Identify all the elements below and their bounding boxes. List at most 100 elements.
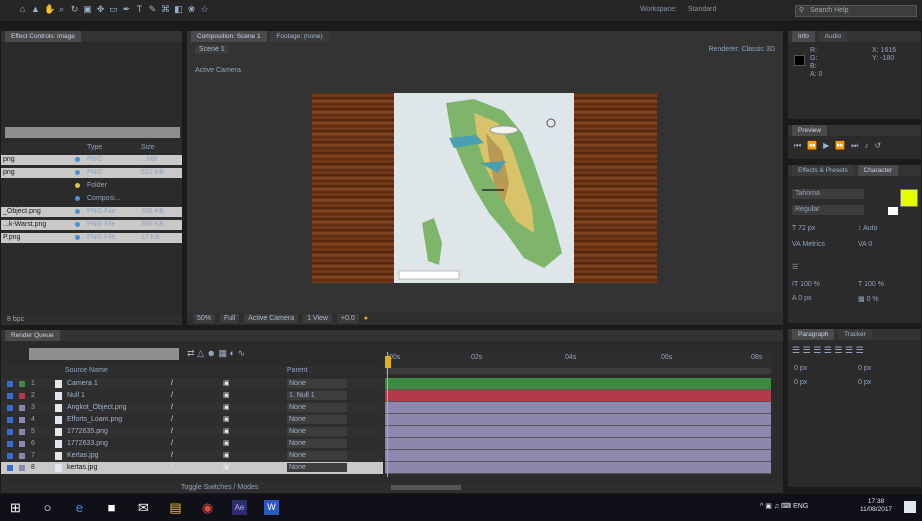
visibility-eye-icon[interactable] [7, 417, 13, 423]
store-icon[interactable]: ■ [104, 500, 119, 515]
label-color-swatch[interactable] [75, 157, 80, 162]
comp-mini-flowchart-icon[interactable]: ⇄ [187, 348, 195, 358]
prev-frame-icon[interactable]: ⏪ [807, 141, 817, 150]
visibility-eye-icon[interactable] [7, 441, 13, 447]
keyboard-icon[interactable]: ⌨ [781, 503, 791, 510]
stroke-color[interactable] [888, 207, 898, 215]
label-color-swatch[interactable] [19, 405, 25, 411]
kerning-value[interactable]: Metrics [802, 241, 825, 248]
switch-slash-icon[interactable]: / [171, 414, 173, 426]
layer-name[interactable]: Efforts_Loam.png [67, 414, 122, 426]
pen-icon[interactable]: ✒ [122, 5, 131, 14]
layer-name[interactable]: Camera 1 [67, 378, 98, 390]
threed-layer-icon[interactable]: ▣ [223, 378, 230, 390]
leading-value[interactable]: Auto [863, 225, 877, 232]
justify-all-icon[interactable]: ☰ [856, 345, 864, 355]
tab-composition[interactable]: Composition: Scene 1 [191, 31, 267, 42]
justify-left-icon[interactable]: ☰ [824, 345, 832, 355]
tab-paragraph[interactable]: Paragraph [792, 329, 835, 340]
draft-3d-icon[interactable]: △ [197, 348, 204, 358]
layer-name[interactable]: Null 1 [67, 390, 85, 402]
search-help-input[interactable]: ⚲ Search Help [795, 5, 917, 17]
layer-name[interactable]: 1772633.png [67, 438, 108, 450]
notification-icon[interactable] [904, 501, 916, 513]
tab-footage[interactable]: Footage: (none) [270, 31, 329, 42]
label-color-swatch[interactable] [19, 441, 25, 447]
renderer-label[interactable]: Renderer: Classic 3D [708, 46, 775, 53]
project-item[interactable]: png PNG 522 KB [1, 168, 182, 178]
word-icon[interactable]: W [264, 500, 279, 515]
eraser-icon[interactable]: ◧ [174, 5, 183, 14]
tab-character[interactable]: Character [857, 165, 899, 176]
parent-select[interactable]: 1. Null 1 [287, 391, 347, 400]
column-parent[interactable]: Parent [287, 367, 308, 374]
tab-info[interactable]: Info [792, 31, 815, 42]
layer-name[interactable]: kertas.jpg [67, 462, 97, 474]
layer-duration-bar[interactable] [385, 414, 771, 426]
chrome-icon[interactable]: ◉ [200, 500, 215, 515]
views-select[interactable]: 1 View [303, 314, 332, 323]
layer-duration-bar[interactable] [385, 438, 771, 450]
snapshot-icon[interactable]: ● [364, 315, 368, 322]
label-color-swatch[interactable] [75, 235, 80, 240]
brush-icon[interactable]: ✎ [148, 5, 157, 14]
project-item[interactable]: Composi... [1, 194, 182, 204]
project-item[interactable]: ...k-Warst.png PNG File 369 KB [1, 220, 182, 230]
indent-left-value[interactable]: 0 px [794, 365, 807, 372]
time-indicator[interactable] [385, 356, 391, 368]
label-color-swatch[interactable] [19, 381, 25, 387]
volume-icon[interactable]: ♫ [774, 503, 779, 510]
vertical-scale-value[interactable]: 100 % [800, 281, 820, 288]
mail-icon[interactable]: ✉ [136, 500, 151, 515]
exposure-value[interactable]: +0.0 [336, 314, 359, 323]
layer-name[interactable]: Angkot_Object.png [67, 402, 127, 414]
tab-preview[interactable]: Preview [792, 125, 828, 136]
label-color-swatch[interactable] [19, 465, 25, 471]
justify-right-icon[interactable]: ☰ [845, 345, 853, 355]
layer-duration-bar[interactable] [385, 378, 771, 390]
comp-scene-button[interactable]: Scene 1 [195, 45, 232, 54]
graph-editor-icon[interactable]: ∿ [237, 348, 245, 358]
layer-row[interactable]: 5 1772635.png / ▣ None [1, 426, 383, 438]
column-type[interactable]: Type [87, 144, 102, 151]
switch-slash-icon[interactable]: / [171, 402, 173, 414]
project-item[interactable]: P.png PNG File 17 KB [1, 233, 182, 243]
label-color-swatch[interactable] [75, 183, 80, 188]
work-area-bar[interactable] [385, 368, 771, 374]
layer-duration-bar[interactable] [385, 450, 771, 462]
layer-name[interactable]: Kertas.jpg [67, 450, 99, 462]
search-icon[interactable]: ○ [40, 500, 55, 515]
layer-row[interactable]: 8 kertas.jpg / ▣ None [1, 462, 383, 474]
network-icon[interactable]: ▣ [765, 503, 772, 510]
label-color-swatch[interactable] [75, 209, 80, 214]
parent-select[interactable]: None [287, 451, 347, 460]
pan-icon[interactable]: ✥ [96, 5, 105, 14]
tab-render-queue[interactable]: Render Queue [5, 330, 60, 341]
threed-layer-icon[interactable]: ▣ [223, 462, 230, 474]
baseline-value[interactable]: 0 px [798, 295, 811, 302]
threed-layer-icon[interactable]: ▣ [223, 390, 230, 402]
hand-icon[interactable]: ✋ [44, 5, 55, 14]
project-item[interactable]: Folder [1, 181, 182, 191]
layer-duration-bar[interactable] [385, 402, 771, 414]
puppet-icon[interactable]: ☆ [200, 5, 209, 14]
audio-icon[interactable]: ♪ [865, 141, 869, 150]
visibility-eye-icon[interactable] [7, 429, 13, 435]
zoom-slider[interactable] [391, 485, 461, 490]
layer-row[interactable]: 6 1772633.png / ▣ None [1, 438, 383, 450]
toggle-switches-label[interactable]: Toggle Switches / Modes [181, 484, 258, 491]
align-right-icon[interactable]: ☰ [813, 345, 821, 355]
home-icon[interactable]: ⌂ [18, 5, 27, 14]
rect-icon[interactable]: ▭ [109, 5, 118, 14]
zoom-select[interactable]: 50% [193, 314, 216, 323]
arrow-icon[interactable]: ▲ [31, 5, 40, 14]
label-color-swatch[interactable] [19, 393, 25, 399]
camera-select[interactable]: Active Camera [244, 314, 299, 323]
project-item[interactable]: png PNG ...MB [1, 155, 182, 165]
horizontal-scale-value[interactable]: 100 % [864, 281, 884, 288]
label-color-swatch[interactable] [75, 222, 80, 227]
next-frame-icon[interactable]: ⏩ [835, 141, 845, 150]
visibility-eye-icon[interactable] [7, 393, 13, 399]
switch-slash-icon[interactable]: / [171, 462, 173, 474]
timeline-search[interactable] [29, 348, 179, 360]
